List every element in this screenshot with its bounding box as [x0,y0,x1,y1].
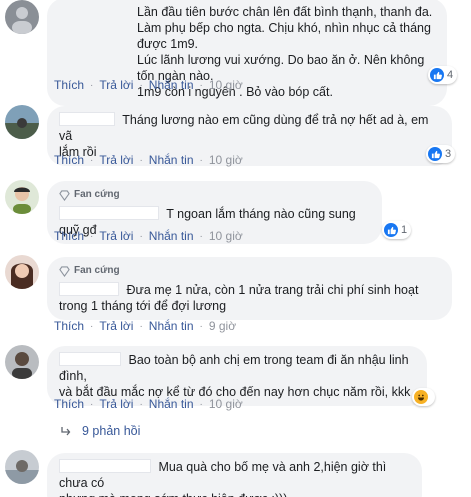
like-link[interactable]: Thích [54,319,84,333]
author-name[interactable] [59,206,159,220]
reaction-count[interactable]: 4 [428,66,458,84]
like-icon [430,68,444,82]
message-link[interactable]: Nhắn tin [149,319,194,333]
avatar[interactable] [5,180,39,214]
like-link[interactable]: Thích [54,229,84,243]
comment-actions: Thích · Trả lời · Nhắn tin · 10 giờ [54,153,243,167]
message-link[interactable]: Nhắn tin [149,397,194,411]
like-link[interactable]: Thích [54,153,84,167]
message-link[interactable]: Nhắn tin [149,78,194,92]
comment-bubble: Mua quà cho bố mẹ và anh 2,hiện giờ thì … [47,453,422,497]
author-name[interactable] [59,352,121,366]
replies-count[interactable]: 9 phản hồi [82,424,140,438]
reaction-number: 1 [401,224,408,236]
reaction-count[interactable] [412,388,435,406]
timestamp[interactable]: 10 giờ [209,229,243,243]
like-icon [384,223,398,237]
fan-badge: Fan cứng [59,263,440,279]
reply-link[interactable]: Trả lời [99,153,133,167]
reaction-count[interactable]: 1 [382,221,412,239]
reply-link[interactable]: Trả lời [99,319,133,333]
haha-icon [414,390,428,404]
avatar[interactable] [5,255,39,289]
author-name[interactable] [59,282,119,296]
timestamp[interactable]: 10 giờ [209,397,243,411]
author-name[interactable] [59,459,151,473]
reaction-count[interactable]: 3 [426,145,456,163]
reaction-number: 4 [447,69,454,81]
author-name[interactable] [59,112,115,126]
timestamp[interactable]: 9 giờ [209,319,236,333]
reaction-number: 3 [445,148,452,160]
comment-actions: Thích · Trả lời · Nhắn tin · 10 giờ [54,229,243,243]
view-replies-link[interactable]: 9 phản hồi [60,424,140,438]
diamond-icon [59,189,70,201]
timestamp[interactable]: 10 giờ [209,78,243,92]
avatar[interactable] [5,0,39,34]
avatar[interactable] [5,345,39,379]
like-link[interactable]: Thích [54,397,84,411]
message-link[interactable]: Nhắn tin [149,153,194,167]
comment-actions: Thích · Trả lời · Nhắn tin · 10 giờ [54,78,243,92]
reply-link[interactable]: Trả lời [99,397,133,411]
comment-actions: Thích · Trả lời · Nhắn tin · 9 giờ [54,319,237,333]
reply-link[interactable]: Trả lời [99,229,133,243]
comment-actions: Thích · Trả lời · Nhắn tin · 10 giờ [54,397,243,411]
like-icon [428,147,442,161]
comment-bubble: Fan cứng Đưa mẹ 1 nửa, còn 1 nửa trang t… [47,257,452,320]
fan-badge: Fan cứng [59,187,370,203]
avatar[interactable] [5,450,39,484]
like-link[interactable]: Thích [54,78,84,92]
reply-arrow-icon [61,427,71,436]
message-link[interactable]: Nhắn tin [149,229,194,243]
avatar[interactable] [5,105,39,139]
timestamp[interactable]: 10 giờ [209,153,243,167]
diamond-icon [59,265,70,277]
reply-link[interactable]: Trả lời [99,78,133,92]
